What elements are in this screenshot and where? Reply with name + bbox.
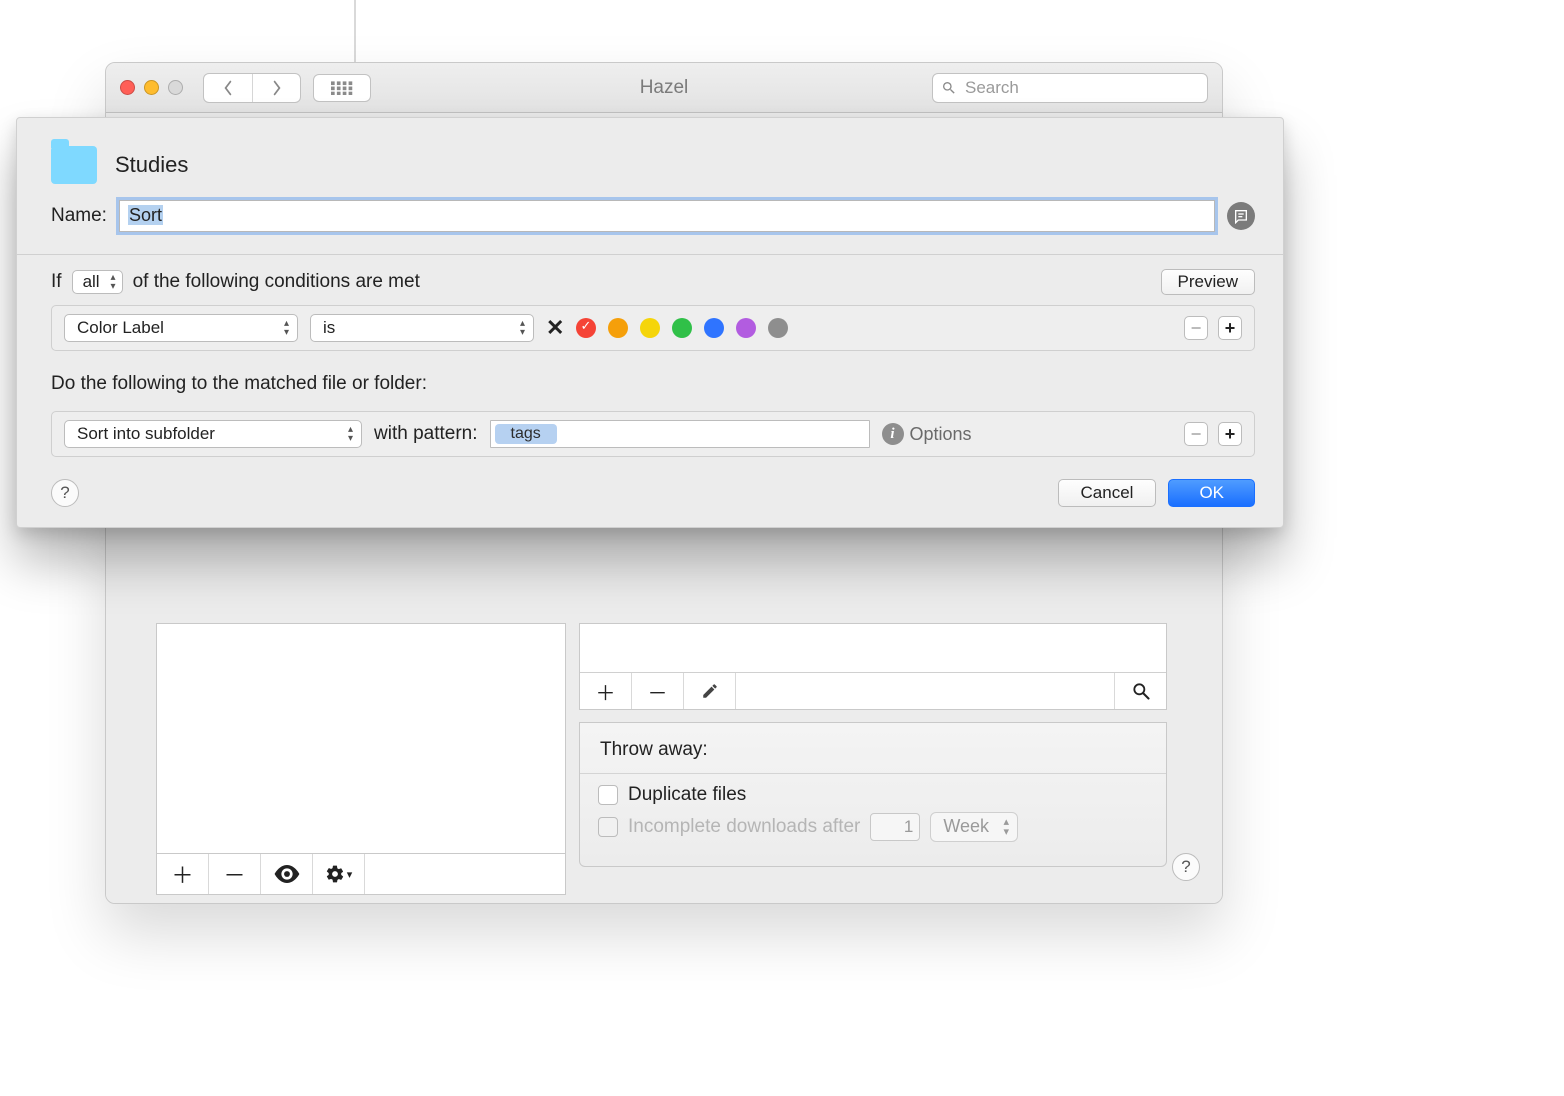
search-icon — [941, 80, 957, 96]
nav-segment — [203, 73, 301, 103]
duplicate-files-label: Duplicate files — [628, 784, 746, 806]
if-row: If all ▴▾ of the following conditions ar… — [51, 269, 1255, 295]
close-window-button[interactable] — [120, 80, 135, 95]
actions-heading: Do the following to the matched file or … — [17, 355, 1283, 395]
duplicate-files-checkbox[interactable] — [598, 785, 618, 805]
rules-list-panel: ＋ － — [579, 623, 1167, 710]
throw-away-panel: Throw away: Duplicate files Incomplete d… — [579, 722, 1167, 867]
color-red[interactable] — [576, 318, 596, 338]
rules-list[interactable] — [580, 624, 1166, 673]
color-yellow[interactable] — [640, 318, 660, 338]
chevron-updown-icon: ▴▾ — [111, 273, 116, 291]
folder-icon — [51, 146, 97, 184]
zoom-window-button[interactable] — [168, 80, 183, 95]
rule-name-input[interactable]: Sort — [119, 200, 1215, 232]
color-blue[interactable] — [704, 318, 724, 338]
chevron-down-icon: ▾ — [347, 868, 353, 881]
folder-actions-menu[interactable]: ▾ — [313, 854, 365, 894]
add-folder-button[interactable]: ＋ — [157, 854, 209, 894]
action-verb-value: Sort into subfolder — [77, 424, 215, 443]
preview-button[interactable] — [261, 854, 313, 894]
color-purple[interactable] — [736, 318, 756, 338]
back-button[interactable] — [204, 74, 252, 102]
color-green[interactable] — [672, 318, 692, 338]
folders-list[interactable] — [156, 623, 566, 853]
rules-toolbar-spacer — [736, 673, 1114, 709]
add-action-button[interactable]: + — [1218, 422, 1242, 446]
rules-search-button[interactable] — [1114, 673, 1166, 709]
action-verb-select[interactable]: Sort into subfolder ▴▾ — [64, 420, 362, 448]
action-options-label: Options — [910, 424, 972, 445]
rule-name-row: Name: Sort — [17, 192, 1283, 254]
remove-action-button[interactable]: − — [1184, 422, 1208, 446]
chevron-updown-icon: ▴▾ — [520, 319, 525, 337]
pattern-token-tags[interactable]: tags — [495, 424, 557, 444]
conditions-section: If all ▴▾ of the following conditions ar… — [17, 255, 1283, 355]
window-controls — [120, 80, 183, 95]
duplicate-files-row: Duplicate files — [598, 784, 1148, 806]
if-scope-select[interactable]: all ▴▾ — [72, 270, 123, 294]
rules-toolbar: ＋ － — [580, 673, 1166, 709]
name-label: Name: — [51, 205, 107, 227]
titlebar: Hazel — [106, 63, 1222, 113]
remove-condition-button[interactable]: − — [1184, 316, 1208, 340]
add-condition-button[interactable]: + — [1218, 316, 1242, 340]
condition-operator-select[interactable]: is ▴▾ — [310, 314, 534, 342]
sheet-header: Studies — [17, 118, 1283, 192]
if-label: If — [51, 271, 62, 293]
incomplete-downloads-unit-select[interactable]: Week ▴▾ — [930, 812, 1018, 842]
search-input[interactable] — [963, 77, 1199, 99]
actions-section: Sort into subfolder ▴▾ with pattern: tag… — [17, 395, 1283, 461]
condition-attribute-select[interactable]: Color Label ▴▾ — [64, 314, 298, 342]
chevron-updown-icon: ▴▾ — [1004, 817, 1010, 837]
incomplete-downloads-row: Incomplete downloads after 1 Week ▴▾ — [598, 812, 1148, 842]
action-row: Sort into subfolder ▴▾ with pattern: tag… — [51, 411, 1255, 457]
help-button[interactable]: ? — [1172, 853, 1200, 881]
forward-button[interactable] — [252, 74, 300, 102]
info-icon: i — [882, 423, 904, 445]
color-orange[interactable] — [608, 318, 628, 338]
search-field[interactable] — [932, 73, 1208, 103]
sheet-help-button[interactable]: ? — [51, 479, 79, 507]
remove-folder-button[interactable]: － — [209, 854, 261, 894]
folder-title: Studies — [115, 152, 188, 178]
incomplete-downloads-checkbox[interactable] — [598, 817, 618, 837]
if-scope-value: all — [83, 272, 100, 291]
condition-attribute-value: Color Label — [77, 318, 164, 337]
grid-view-button[interactable] — [313, 74, 371, 102]
rule-name-value: Sort — [128, 205, 163, 225]
minimize-window-button[interactable] — [144, 80, 159, 95]
edit-rule-button[interactable] — [684, 673, 736, 709]
condition-operator-value: is — [323, 318, 335, 337]
if-suffix-label: of the following conditions are met — [133, 271, 420, 293]
notes-button[interactable] — [1227, 202, 1255, 230]
add-rule-button[interactable]: ＋ — [580, 673, 632, 709]
incomplete-downloads-value[interactable]: 1 — [870, 813, 920, 841]
pattern-label: with pattern: — [374, 423, 478, 445]
preview-button[interactable]: Preview — [1161, 269, 1255, 295]
incomplete-downloads-unit-label: Week — [943, 816, 989, 836]
remove-rule-button[interactable]: － — [632, 673, 684, 709]
color-none-icon[interactable]: ✕ — [546, 315, 564, 341]
folders-toolbar-spacer — [365, 854, 565, 894]
color-gray[interactable] — [768, 318, 788, 338]
ok-button[interactable]: OK — [1168, 479, 1255, 507]
rule-editor-sheet: Studies Name: Sort If all ▴▾ of the foll… — [16, 117, 1284, 528]
pattern-field[interactable]: tags — [490, 420, 870, 448]
action-options-button[interactable]: i Options — [882, 423, 972, 445]
sheet-footer: ? Cancel OK — [17, 461, 1283, 511]
chevron-updown-icon: ▴▾ — [348, 425, 353, 443]
cancel-button[interactable]: Cancel — [1058, 479, 1157, 507]
throw-away-heading: Throw away: — [600, 739, 1148, 761]
folders-toolbar: ＋ － ▾ — [156, 853, 566, 895]
incomplete-downloads-label: Incomplete downloads after — [628, 816, 860, 838]
background-divider — [354, 0, 356, 70]
chevron-updown-icon: ▴▾ — [284, 319, 289, 337]
condition-row: Color Label ▴▾ is ▴▾ ✕ − + — [51, 305, 1255, 351]
